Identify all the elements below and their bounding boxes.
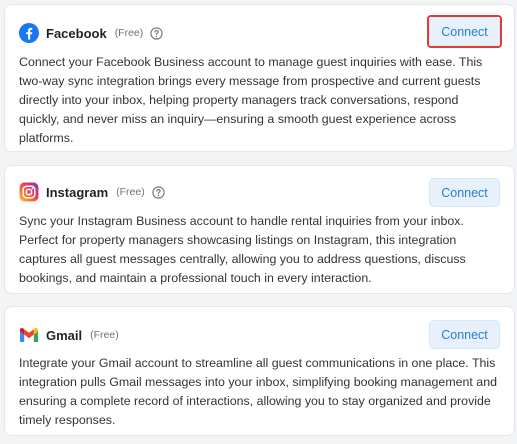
integration-description: Sync your Instagram Business account to … xyxy=(19,214,466,285)
integration-name: Gmail xyxy=(46,327,83,343)
card-header: Facebook (Free) xyxy=(19,21,163,45)
integration-description: Connect your Facebook Business account t… xyxy=(19,55,483,145)
help-icon[interactable] xyxy=(150,26,163,40)
integration-card-instagram: Instagram (Free) Connect Sync your Insta… xyxy=(4,165,515,294)
card-header: Gmail (Free) xyxy=(19,323,119,347)
tier-label: (Free) xyxy=(116,186,145,198)
gmail-icon xyxy=(19,325,39,345)
facebook-icon xyxy=(19,23,39,43)
integration-name: Facebook xyxy=(46,25,107,41)
integrations-list: Facebook (Free) Connect Connect your Fac… xyxy=(0,0,517,444)
help-icon[interactable] xyxy=(152,185,165,199)
connect-button-instagram[interactable]: Connect xyxy=(429,178,500,207)
integration-name: Instagram xyxy=(46,184,109,200)
integration-card-gmail: Gmail (Free) Connect Integrate your Gmai… xyxy=(4,306,515,436)
instagram-icon xyxy=(19,182,39,202)
connect-button-facebook[interactable]: Connect xyxy=(429,17,500,46)
integration-description: Integrate your Gmail account to streamli… xyxy=(19,356,497,427)
integration-card-facebook: Facebook (Free) Connect Connect your Fac… xyxy=(4,4,515,152)
tier-label: (Free) xyxy=(114,27,144,39)
connect-button-gmail[interactable]: Connect xyxy=(429,320,500,349)
card-header: Instagram (Free) xyxy=(19,180,165,204)
tier-label: (Free) xyxy=(90,329,119,341)
